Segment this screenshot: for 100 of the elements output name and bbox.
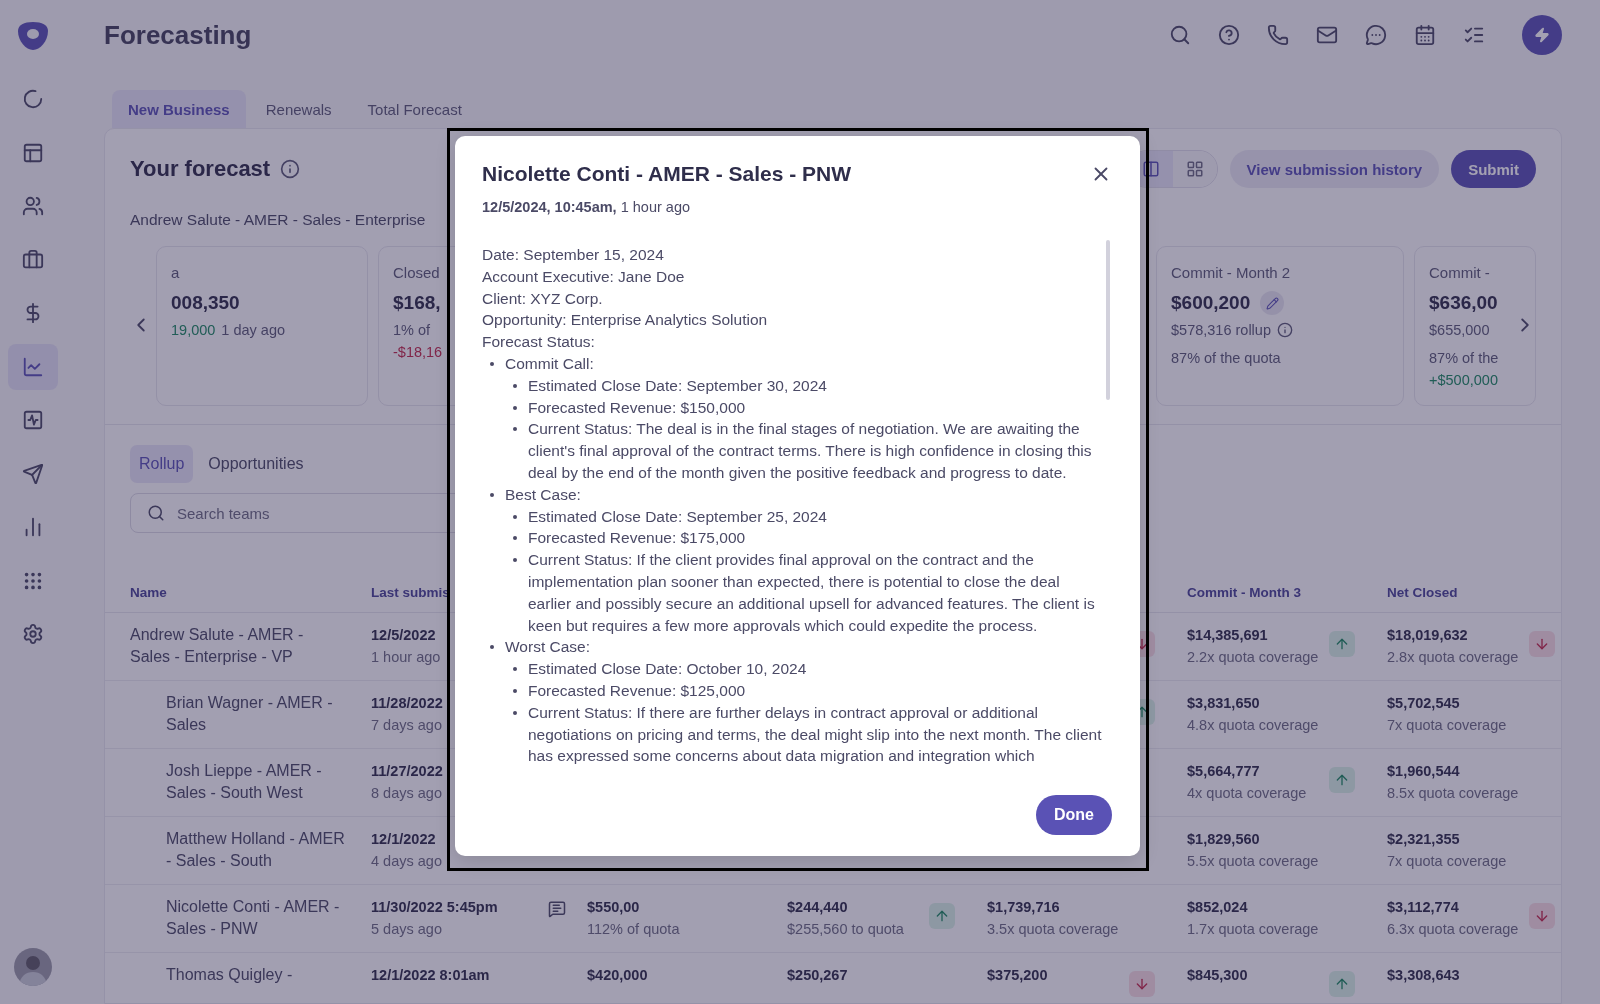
team-name: Nicolette Conti - AMER - Sales - PNW: [166, 897, 341, 939]
section-title: Your forecast: [130, 156, 271, 182]
note-text: Forecasted Revenue: $150,000: [507, 396, 1102, 419]
metric-amount: $3,112,774: [1387, 898, 1459, 917]
metric-note: 112% of quota: [587, 920, 680, 939]
note-text: Date: September 15, 2024: [482, 245, 665, 265]
metric-amount: $1,960,544: [1387, 762, 1460, 781]
team-name: Thomas Quigley -: [166, 965, 294, 985]
metric-amount: $3,308,643: [1387, 966, 1460, 985]
column-header[interactable]: Name: [130, 585, 167, 600]
tab[interactable]: Opportunities: [199, 445, 313, 483]
metric-label: a: [171, 263, 180, 283]
metric-note: 4.8x quota coverage: [1187, 716, 1319, 735]
metric-amount: $3,831,650: [1187, 694, 1260, 713]
metric-amount: $420,000: [587, 966, 648, 985]
submission-age: 4 days ago: [371, 852, 442, 871]
search-icon[interactable]: [1169, 24, 1191, 46]
note-text: Worst Case:: [484, 636, 1102, 659]
rollup-amount: $655,000: [1429, 321, 1490, 340]
pencil-icon[interactable]: [1265, 296, 1279, 310]
team-subtitle: Andrew Salute - AMER - Sales - Enterprise: [130, 210, 426, 230]
submission-age: 7 days ago: [371, 716, 442, 735]
metric-amount: $18,019,632: [1387, 626, 1468, 645]
submission-age: 8 days ago: [371, 784, 442, 803]
submission-age: 5 days ago: [371, 920, 442, 939]
submission-time: 12/5/2024, 10:45am, 1 hour ago: [482, 198, 691, 217]
metric-note: 7x quota coverage: [1387, 852, 1507, 871]
history-button[interactable]: View submission history: [1229, 150, 1440, 188]
note-text: Forecast Status:: [482, 332, 596, 353]
table-row[interactable]: Thomas Quigley - 12/1/2022 8:01am $420,000 $250,267 $375,200 $845,300 $3,308,643: [105, 953, 1561, 1003]
column-header[interactable]: Commit - Month 3: [1187, 585, 1301, 600]
note-text: Estimated Close Date: October 10, 2024: [507, 658, 1102, 680]
search-icon: [147, 504, 165, 522]
note-text: Forecasted Revenue: $125,000: [507, 679, 1102, 702]
metric-label: Commit -: [1429, 263, 1490, 283]
note-text: Opportunity: Enterprise Analytics Solution: [482, 310, 769, 331]
help-icon[interactable]: [1218, 24, 1240, 46]
edit-button[interactable]: [1260, 291, 1285, 315]
note-text: Current Status: The deal is in the final stages of negotiation. We are awaiting the client's final approval of the contract terms. There is high confidence in closing this deal by the end of the month given the positive feedback and progress to date.: [507, 418, 1102, 484]
dialog-title: Nicolette Conti - AMER - Sales - PNW: [482, 161, 852, 187]
line-chart-icon[interactable]: [8, 343, 58, 390]
metric-note: 2.2x quota coverage: [1187, 648, 1319, 667]
metric-amount: $250,267: [787, 966, 848, 985]
metric-amount: $1,739,716: [987, 898, 1060, 917]
metric-amount: $550,00: [587, 898, 640, 917]
phone-icon[interactable]: [1267, 24, 1289, 46]
done-button[interactable]: Done: [1036, 795, 1112, 836]
info-icon[interactable]: [280, 159, 301, 179]
metric-label: Closed: [393, 263, 440, 283]
metric-note: 7x quota coverage: [1387, 716, 1507, 735]
mail-icon[interactable]: [1316, 24, 1338, 46]
submission-date: 11/28/2022: [371, 694, 443, 713]
note-text: Current Status: If the client provides final approval on the contract and the implementation plan sooner than expected, there is potential to close the deal earlier and possibly secure an additional upsell for advanced features. The client is keen but requires a few more approvals which could expedite the process.: [507, 549, 1102, 637]
change-time: 1 day ago: [221, 321, 286, 340]
metric-note: 6.3x quota coverage: [1387, 920, 1519, 939]
metric-value: $636,00: [1429, 291, 1498, 315]
logo[interactable]: [16, 20, 50, 52]
tab[interactable]: Total Forecast: [351, 90, 478, 128]
change-amount: -$18,16: [393, 343, 443, 362]
metric-amount: $5,702,545: [1387, 694, 1460, 713]
change-amount: 19,000: [171, 321, 216, 340]
user-avatar[interactable]: [14, 948, 52, 986]
metric-note: 2.8x quota coverage: [1387, 648, 1519, 667]
submission-date: 12/1/2022 8:01am: [371, 966, 490, 985]
page-title: Forecasting: [104, 19, 252, 51]
quota-share: 87% of the quota: [1171, 349, 1281, 368]
metric-note: 1.7x quota coverage: [1187, 920, 1319, 939]
submission-age: 1 hour ago: [371, 648, 441, 667]
metric-value: $168,: [393, 291, 441, 315]
tab[interactable]: New Business: [112, 90, 246, 128]
team-name: Brian Wagner - AMER - Sales: [166, 693, 334, 735]
submission-date: 12/1/2022: [371, 830, 436, 849]
metric-amount: $1,829,560: [1187, 830, 1260, 849]
calendar-icon[interactable]: [1414, 24, 1436, 46]
tab[interactable]: Rollup: [130, 445, 194, 483]
change-amount: +$500,000: [1429, 371, 1498, 390]
note-text: Commit Call:: [484, 353, 1102, 375]
info-icon: [1277, 322, 1293, 338]
metric-amount: $5,664,777: [1187, 762, 1260, 781]
submission-date: 12/5/2022: [371, 626, 436, 645]
metric-note: 5.5x quota coverage: [1187, 852, 1319, 871]
metric-note: 4x quota coverage: [1187, 784, 1307, 803]
submission-date: 11/27/2022: [371, 762, 443, 781]
metric-amount: $2,321,355: [1387, 830, 1460, 849]
metric-amount: $14,385,691: [1187, 626, 1268, 645]
metric-amount: $244,440: [787, 898, 848, 917]
note-text: Account Executive: Jane Doe: [482, 266, 686, 287]
quota-share: 87% of the: [1429, 349, 1499, 368]
chat-icon[interactable]: [1365, 24, 1387, 46]
team-name: Matthew Holland - AMER - Sales - South: [166, 829, 346, 871]
team-name: Josh Lieppe - AMER - Sales - South West: [166, 761, 323, 803]
comment-icon[interactable]: [548, 900, 566, 918]
scrollbar[interactable]: [1106, 240, 1110, 400]
note-text: Current Status: If there are further delays in contract approval or additional negotiations on pricing and terms, the deal might slip into the next month. The client has expressed some concerns about data migration and integration which: [507, 701, 1102, 768]
submit-button[interactable]: Submit: [1451, 150, 1536, 188]
tab[interactable]: Renewals: [249, 90, 348, 128]
lightning-icon[interactable]: [1522, 15, 1562, 55]
team-name: Andrew Salute - AMER - Sales - Enterprise - VP: [130, 625, 305, 667]
metric-value: $600,200: [1171, 291, 1251, 315]
column-header[interactable]: Net Closed: [1387, 585, 1458, 600]
